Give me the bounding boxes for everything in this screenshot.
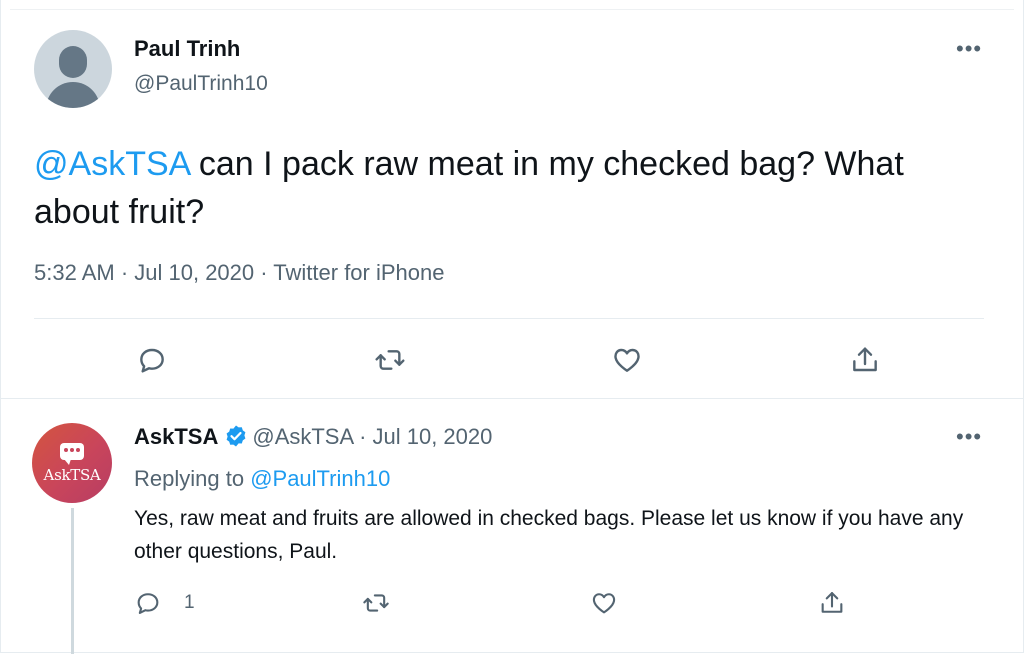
reply-button[interactable] (132, 340, 172, 380)
reply-icon (137, 593, 159, 614)
reply-text: Yes, raw meat and fruits are allowed in … (134, 507, 964, 563)
avatar[interactable]: AskTSA (32, 423, 112, 503)
author-name[interactable]: AskTSA (134, 424, 218, 449)
like-button[interactable] (607, 340, 647, 380)
avatar-logo-text: AskTSA (43, 466, 101, 484)
author-handle[interactable]: @PaulTrinh10 (134, 72, 268, 96)
verified-badge-icon (226, 425, 246, 447)
retweet-button[interactable] (362, 589, 390, 617)
reply-button[interactable]: 1 (134, 589, 195, 617)
tweet-meta[interactable]: 5:32 AM · Jul 10, 2020 · Twitter for iPh… (34, 260, 444, 286)
divider (34, 318, 984, 319)
more-options-button[interactable]: ••• (956, 424, 982, 450)
avatar-placeholder-icon (59, 46, 87, 78)
reply-header: AskTSA @AskTSA · Jul 10, 2020 (134, 424, 492, 450)
tweet-text: @AskTSA can I pack raw meat in my checke… (34, 140, 974, 236)
more-options-button[interactable]: ••• (956, 36, 982, 62)
replying-to: Replying to @PaulTrinh10 (134, 466, 391, 491)
reply-count: 1 (184, 592, 195, 613)
share-icon (853, 347, 877, 372)
avatar[interactable] (34, 30, 112, 108)
author-handle[interactable]: @AskTSA (252, 424, 353, 449)
like-icon (592, 593, 616, 614)
author-name[interactable]: Paul Trinh (134, 36, 240, 62)
retweet-icon (363, 594, 389, 612)
top-divider (10, 9, 1014, 10)
mention-link[interactable]: @AskTSA (34, 145, 189, 183)
share-button[interactable] (845, 340, 885, 380)
thread-line (71, 508, 74, 654)
share-button[interactable] (818, 589, 846, 617)
retweet-button[interactable] (370, 340, 410, 380)
like-button[interactable] (590, 589, 618, 617)
mention-link[interactable]: @PaulTrinh10 (250, 466, 390, 491)
share-icon (821, 592, 843, 613)
tweet-separator (0, 398, 1024, 399)
reply-date[interactable]: · Jul 10, 2020 (353, 424, 492, 449)
like-icon (614, 348, 640, 372)
retweet-icon (375, 350, 405, 370)
reply-icon (140, 348, 164, 373)
